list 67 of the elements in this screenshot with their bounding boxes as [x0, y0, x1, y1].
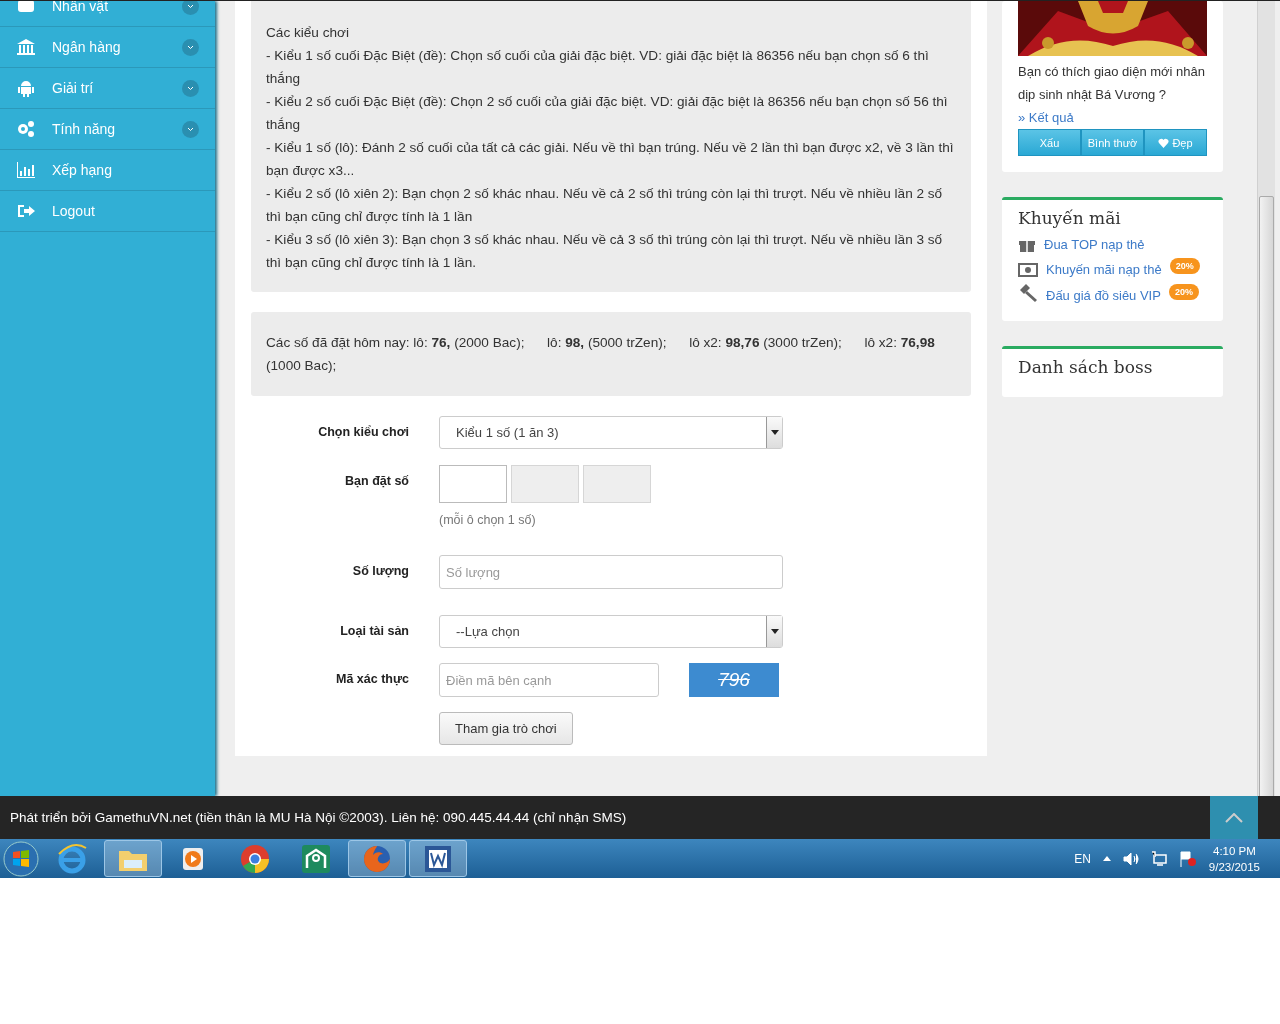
sidebar-item[interactable]: Logout: [0, 191, 215, 232]
footer-text: Phát triển bởi GamethuVN.net (tiền thân là MU Hà Nội ©2003). Liên hệ: 090.445.44.44 (chỉ nhận SMS): [10, 810, 627, 825]
banknote-icon: [1018, 263, 1038, 277]
bets-text: Các số đã đặt hôm nay: lô: 76, (2000 Bac); lô: 98, (5000 trZen); lô x2: 98,76 (3000 trZen); lô x2: 76,98 (1000 Bac);: [266, 334, 936, 375]
vote-button[interactable]: Bình thườ: [1081, 129, 1144, 156]
quantity-field[interactable]: Số lượng: [439, 555, 783, 589]
clock-date: 9/23/2015: [1208, 859, 1260, 875]
promotion-link[interactable]: Đấu giá đồ siêu VIP: [1046, 288, 1161, 303]
android-icon: [16, 79, 36, 97]
chevron-up-icon: [1225, 812, 1243, 823]
scroll-top-button[interactable]: [1210, 796, 1258, 839]
rule-text: - Kiểu 2 số cuối Đặc Biệt (đề): Chọn 2 số cuối của giải đặc biệt. VD: giải đặc biệt là 86356 nếu bạn chọn số 56 thì thắng: [266, 93, 949, 134]
field-label: Bạn đặt số: [344, 473, 409, 488]
chrome-icon: [240, 843, 270, 874]
tray-arrow-icon[interactable]: [1102, 856, 1111, 861]
captcha-image: 796: [689, 663, 779, 697]
submit-button[interactable]: Tham gia trò chơi: [439, 712, 573, 745]
network-icon[interactable]: [1150, 851, 1167, 866]
sidebar-item[interactable]: Ngân hàng: [0, 27, 215, 68]
promotion-link[interactable]: Khuyến mãi nạp thẻ: [1046, 262, 1162, 277]
taskbar-app[interactable]: [409, 840, 467, 877]
rules-title: Các kiểu chơi: [266, 24, 350, 42]
bar-chart-icon: [16, 161, 36, 179]
taskbar-app[interactable]: [104, 840, 162, 877]
sidebar-item[interactable]: Giải trí: [0, 68, 215, 109]
asset-select[interactable]: --Lựa chọn: [439, 615, 783, 648]
discount-badge: 20%: [1168, 284, 1199, 300]
sidebar-item[interactable]: Nhân vật: [0, 1, 215, 27]
field-label: Chọn kiểu chơi: [317, 424, 409, 439]
vote-button[interactable]: Xấu: [1018, 129, 1081, 156]
hint-text: (mỗi ô chọn 1 số): [439, 513, 537, 527]
panel-title: Danh sách boss: [1018, 357, 1154, 377]
captcha-field[interactable]: Điền mã bên cạnh: [439, 663, 659, 697]
logout-icon: [16, 202, 36, 220]
flag-icon[interactable]: [1178, 850, 1197, 867]
poll-question: Bạn có thích giao diện mới nhân dịp sinh nhật Bá Vương ? » Kết quả: [1018, 64, 1206, 125]
browser-e-icon: [56, 843, 88, 874]
scroll-thumb[interactable]: [1259, 196, 1274, 796]
sidebar-item[interactable]: Xếp hạng: [0, 150, 215, 191]
start-button[interactable]: [2, 839, 40, 878]
gears-icon: [16, 120, 36, 138]
rule-text: - Kiểu 1 số cuối Đặc Biệt (đề): Chọn số cuối của giải đặc biệt. VD: giải đặc biệt là 86356 nếu bạn chọn số 6 thì thắng: [266, 47, 930, 88]
language-indicator[interactable]: EN: [1074, 851, 1091, 866]
taskbar-app[interactable]: [348, 840, 406, 877]
rule-text: - Kiểu 1 số (lô): Đánh 2 số cuối của tất cả các giải. Nếu về thì bạn trúng. Nếu về 2 lần thì bạn được x2, về 3 lần thì bạn được x3...: [266, 139, 955, 180]
rule-text: - Kiểu 3 số (lô xiên 3): Bạn chọn 3 số khác nhau. Nếu về cả 3 số thì trúng còn lại thì trượt. Nếu về nhiều lần 3 số thì bạn cũng chỉ được tính là 1 lần.: [266, 231, 944, 272]
rule-text: - Kiểu 2 số (lô xiên 2): Bạn chọn 2 số khác nhau. Nếu về cả 2 số thì trúng còn lại thì trượt. Nếu về nhiều lần 2 số thì bạn cũng chỉ được tính là 1 lần: [266, 185, 944, 226]
dropdown-icon: [766, 616, 782, 647]
speaker-icon[interactable]: [1122, 851, 1139, 866]
field-label: Loại tài sản: [339, 623, 409, 638]
dropdown-icon: [766, 417, 782, 448]
field-label: Mã xác thực: [335, 671, 409, 686]
discount-badge: 20%: [1169, 258, 1200, 274]
sidebar-item[interactable]: Tính năng: [0, 109, 215, 150]
firefox-icon: [362, 843, 392, 874]
gavel-icon: [1018, 283, 1038, 303]
play-type-select[interactable]: Kiểu 1 số (1 ăn 3): [439, 416, 783, 449]
field-label: Số lượng: [351, 563, 409, 578]
results-link[interactable]: » Kết quả: [1018, 110, 1074, 125]
house-app-icon: [301, 843, 331, 874]
vote-button[interactable]: Đẹp: [1144, 129, 1207, 156]
clock-time: 4:10 PM: [1213, 843, 1256, 859]
word-icon: [423, 843, 453, 874]
promotion-link[interactable]: Đua TOP nạp thẻ: [1044, 237, 1145, 252]
panel-title: Khuyến mãi: [1018, 208, 1122, 228]
number-input[interactable]: [439, 465, 507, 503]
bank-icon: [16, 38, 36, 56]
